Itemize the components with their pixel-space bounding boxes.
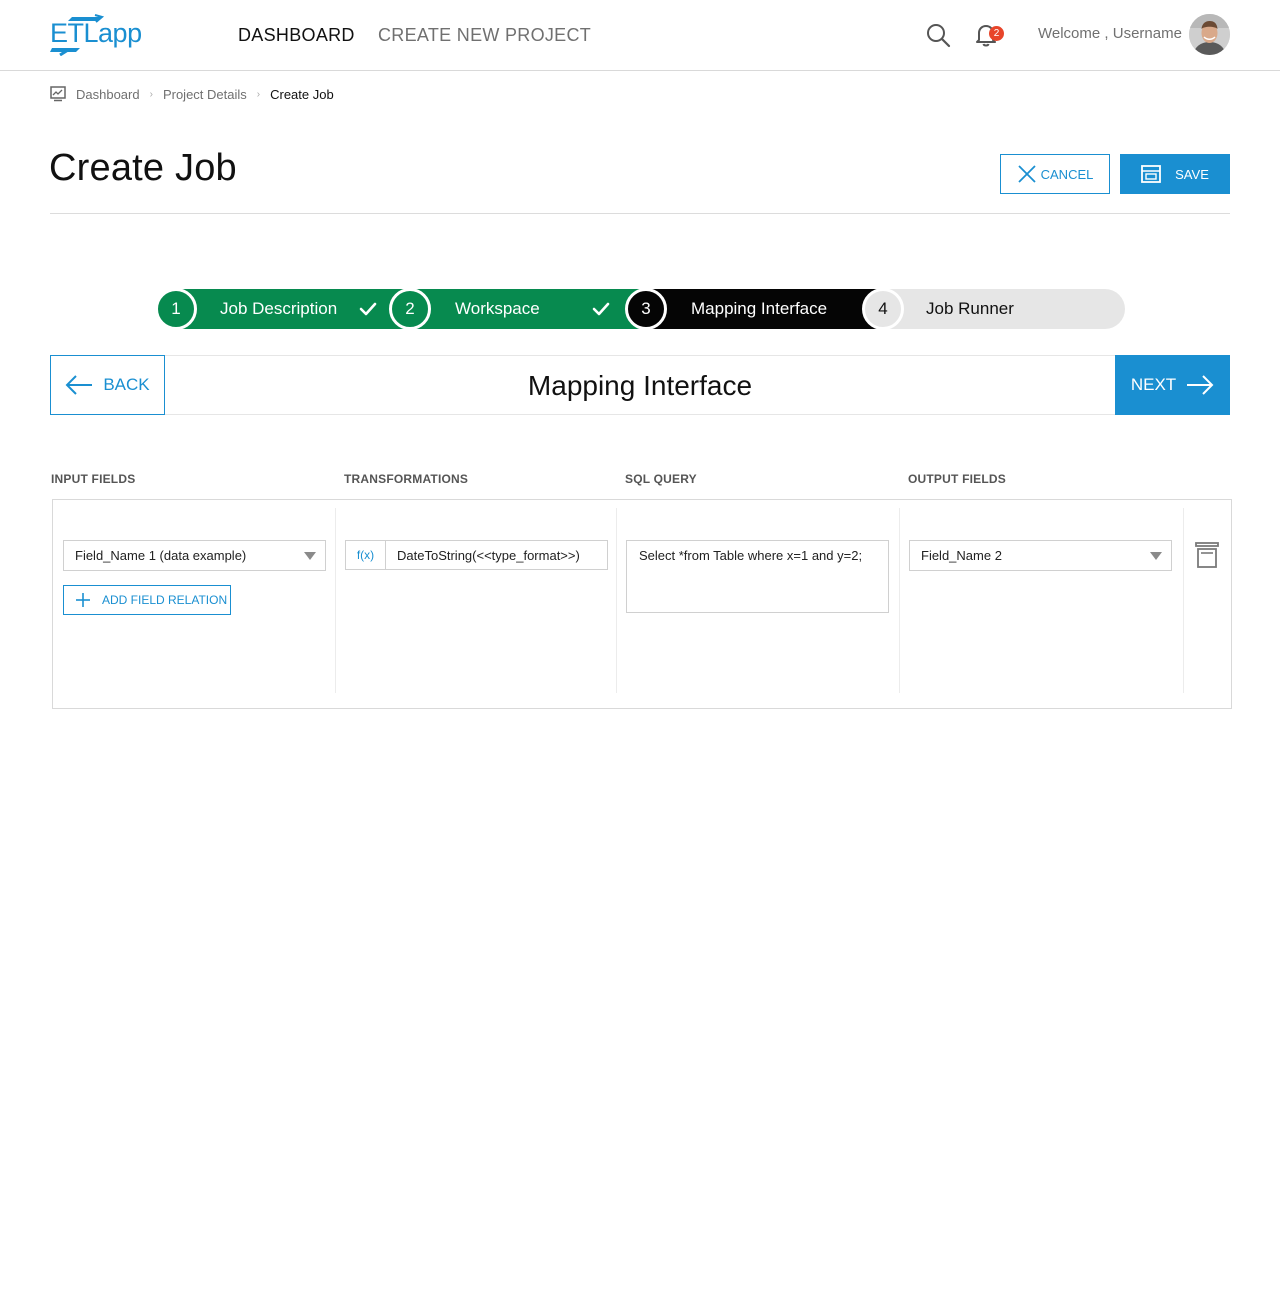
dropdown-caret-icon: [304, 552, 316, 560]
sql-query-input[interactable]: Select *from Table where x=1 and y=2;: [626, 540, 889, 613]
save-button-label: SAVE: [1175, 166, 1209, 182]
welcome-text: Welcome , Username: [1038, 25, 1182, 42]
page-title: Create Job: [49, 147, 237, 189]
search-icon[interactable]: [925, 22, 951, 48]
logo-brand-sub: app: [98, 18, 142, 48]
back-button[interactable]: BACK: [50, 355, 165, 415]
plus-icon: [76, 593, 90, 607]
section-title: Mapping Interface: [527, 370, 753, 401]
column-divider: [1183, 508, 1184, 693]
etl-app-logo[interactable]: ETLapp: [50, 14, 142, 56]
column-header-transformations: TRANSFORMATIONS: [344, 472, 469, 486]
notification-count-badge: 2: [989, 26, 1004, 41]
top-bar: ETLapp DASHBOARD CREATE NEW PROJECT 2 We…: [0, 0, 1280, 71]
step-navigation-bar: Mapping Interface BACK NEXT: [50, 355, 1230, 415]
step-number-4[interactable]: 4: [862, 288, 904, 330]
mapping-row: Field_Name 1 (data example) ADD FIELD RE…: [52, 499, 1232, 709]
nav-dashboard[interactable]: DASHBOARD: [238, 25, 355, 46]
title-divider: [50, 213, 1230, 214]
job-stepper: Job Description Workspace Mapping Interf…: [155, 288, 1125, 330]
next-button[interactable]: NEXT: [1115, 355, 1230, 415]
step-label-job-runner[interactable]: Job Runner: [926, 299, 1014, 319]
check-icon: [592, 302, 610, 316]
column-divider: [616, 508, 617, 693]
breadcrumb-project-details[interactable]: Project Details: [163, 87, 247, 102]
close-icon: [1017, 165, 1036, 183]
cancel-button[interactable]: CANCEL: [1000, 154, 1110, 194]
save-button[interactable]: SAVE: [1120, 154, 1230, 194]
transformation-input[interactable]: [386, 541, 607, 569]
transformation-field: f(x): [345, 540, 608, 570]
add-field-relation-label: ADD FIELD RELATION: [102, 593, 228, 607]
add-field-relation-button[interactable]: ADD FIELD RELATION: [63, 585, 231, 615]
nav-create-new-project[interactable]: CREATE NEW PROJECT: [378, 25, 591, 46]
input-field-select[interactable]: Field_Name 1 (data example): [63, 540, 326, 571]
back-button-label: BACK: [103, 375, 150, 394]
step-label-workspace[interactable]: Workspace: [455, 299, 540, 319]
column-header-sql-query: SQL QUERY: [625, 472, 697, 486]
step-label-job-description[interactable]: Job Description: [220, 299, 337, 319]
check-icon: [359, 302, 377, 316]
breadcrumb-dashboard[interactable]: Dashboard: [76, 87, 140, 102]
arrow-right-icon: [1187, 375, 1214, 395]
chevron-right-icon: ›: [149, 88, 153, 100]
dashboard-icon: [50, 86, 66, 102]
avatar[interactable]: [1189, 14, 1230, 55]
output-field-select[interactable]: Field_Name 2: [909, 540, 1172, 571]
logo-text: ETLapp: [50, 18, 142, 48]
chevron-right-icon: ›: [256, 88, 261, 100]
step-number-1[interactable]: 1: [155, 288, 197, 330]
column-divider: [899, 508, 900, 693]
step-number-3[interactable]: 3: [625, 288, 667, 330]
breadcrumb: Dashboard › Project Details › Create Job: [50, 85, 334, 103]
user-photo-icon: [1189, 14, 1230, 55]
arrow-left-icon: [65, 375, 93, 395]
logo-brand-main: ETL: [50, 18, 99, 48]
save-icon: [1141, 165, 1162, 183]
step-number-2[interactable]: 2: [389, 288, 431, 330]
column-header-input-fields: INPUT FIELDS: [51, 472, 136, 486]
function-tag[interactable]: f(x): [346, 541, 386, 569]
step-label-mapping-interface[interactable]: Mapping Interface: [691, 299, 827, 319]
notifications-button[interactable]: 2: [974, 22, 1006, 50]
next-button-label: NEXT: [1130, 375, 1177, 394]
dropdown-caret-icon: [1150, 552, 1162, 560]
output-field-select-value: Field_Name 2: [921, 548, 1002, 563]
column-divider: [335, 508, 336, 693]
trash-icon[interactable]: [1195, 541, 1219, 569]
breadcrumb-create-job: Create Job: [270, 86, 334, 102]
cancel-button-label: CANCEL: [1040, 166, 1094, 182]
input-field-select-value: Field_Name 1 (data example): [75, 548, 247, 563]
column-header-output-fields: OUTPUT FIELDS: [908, 472, 1006, 486]
